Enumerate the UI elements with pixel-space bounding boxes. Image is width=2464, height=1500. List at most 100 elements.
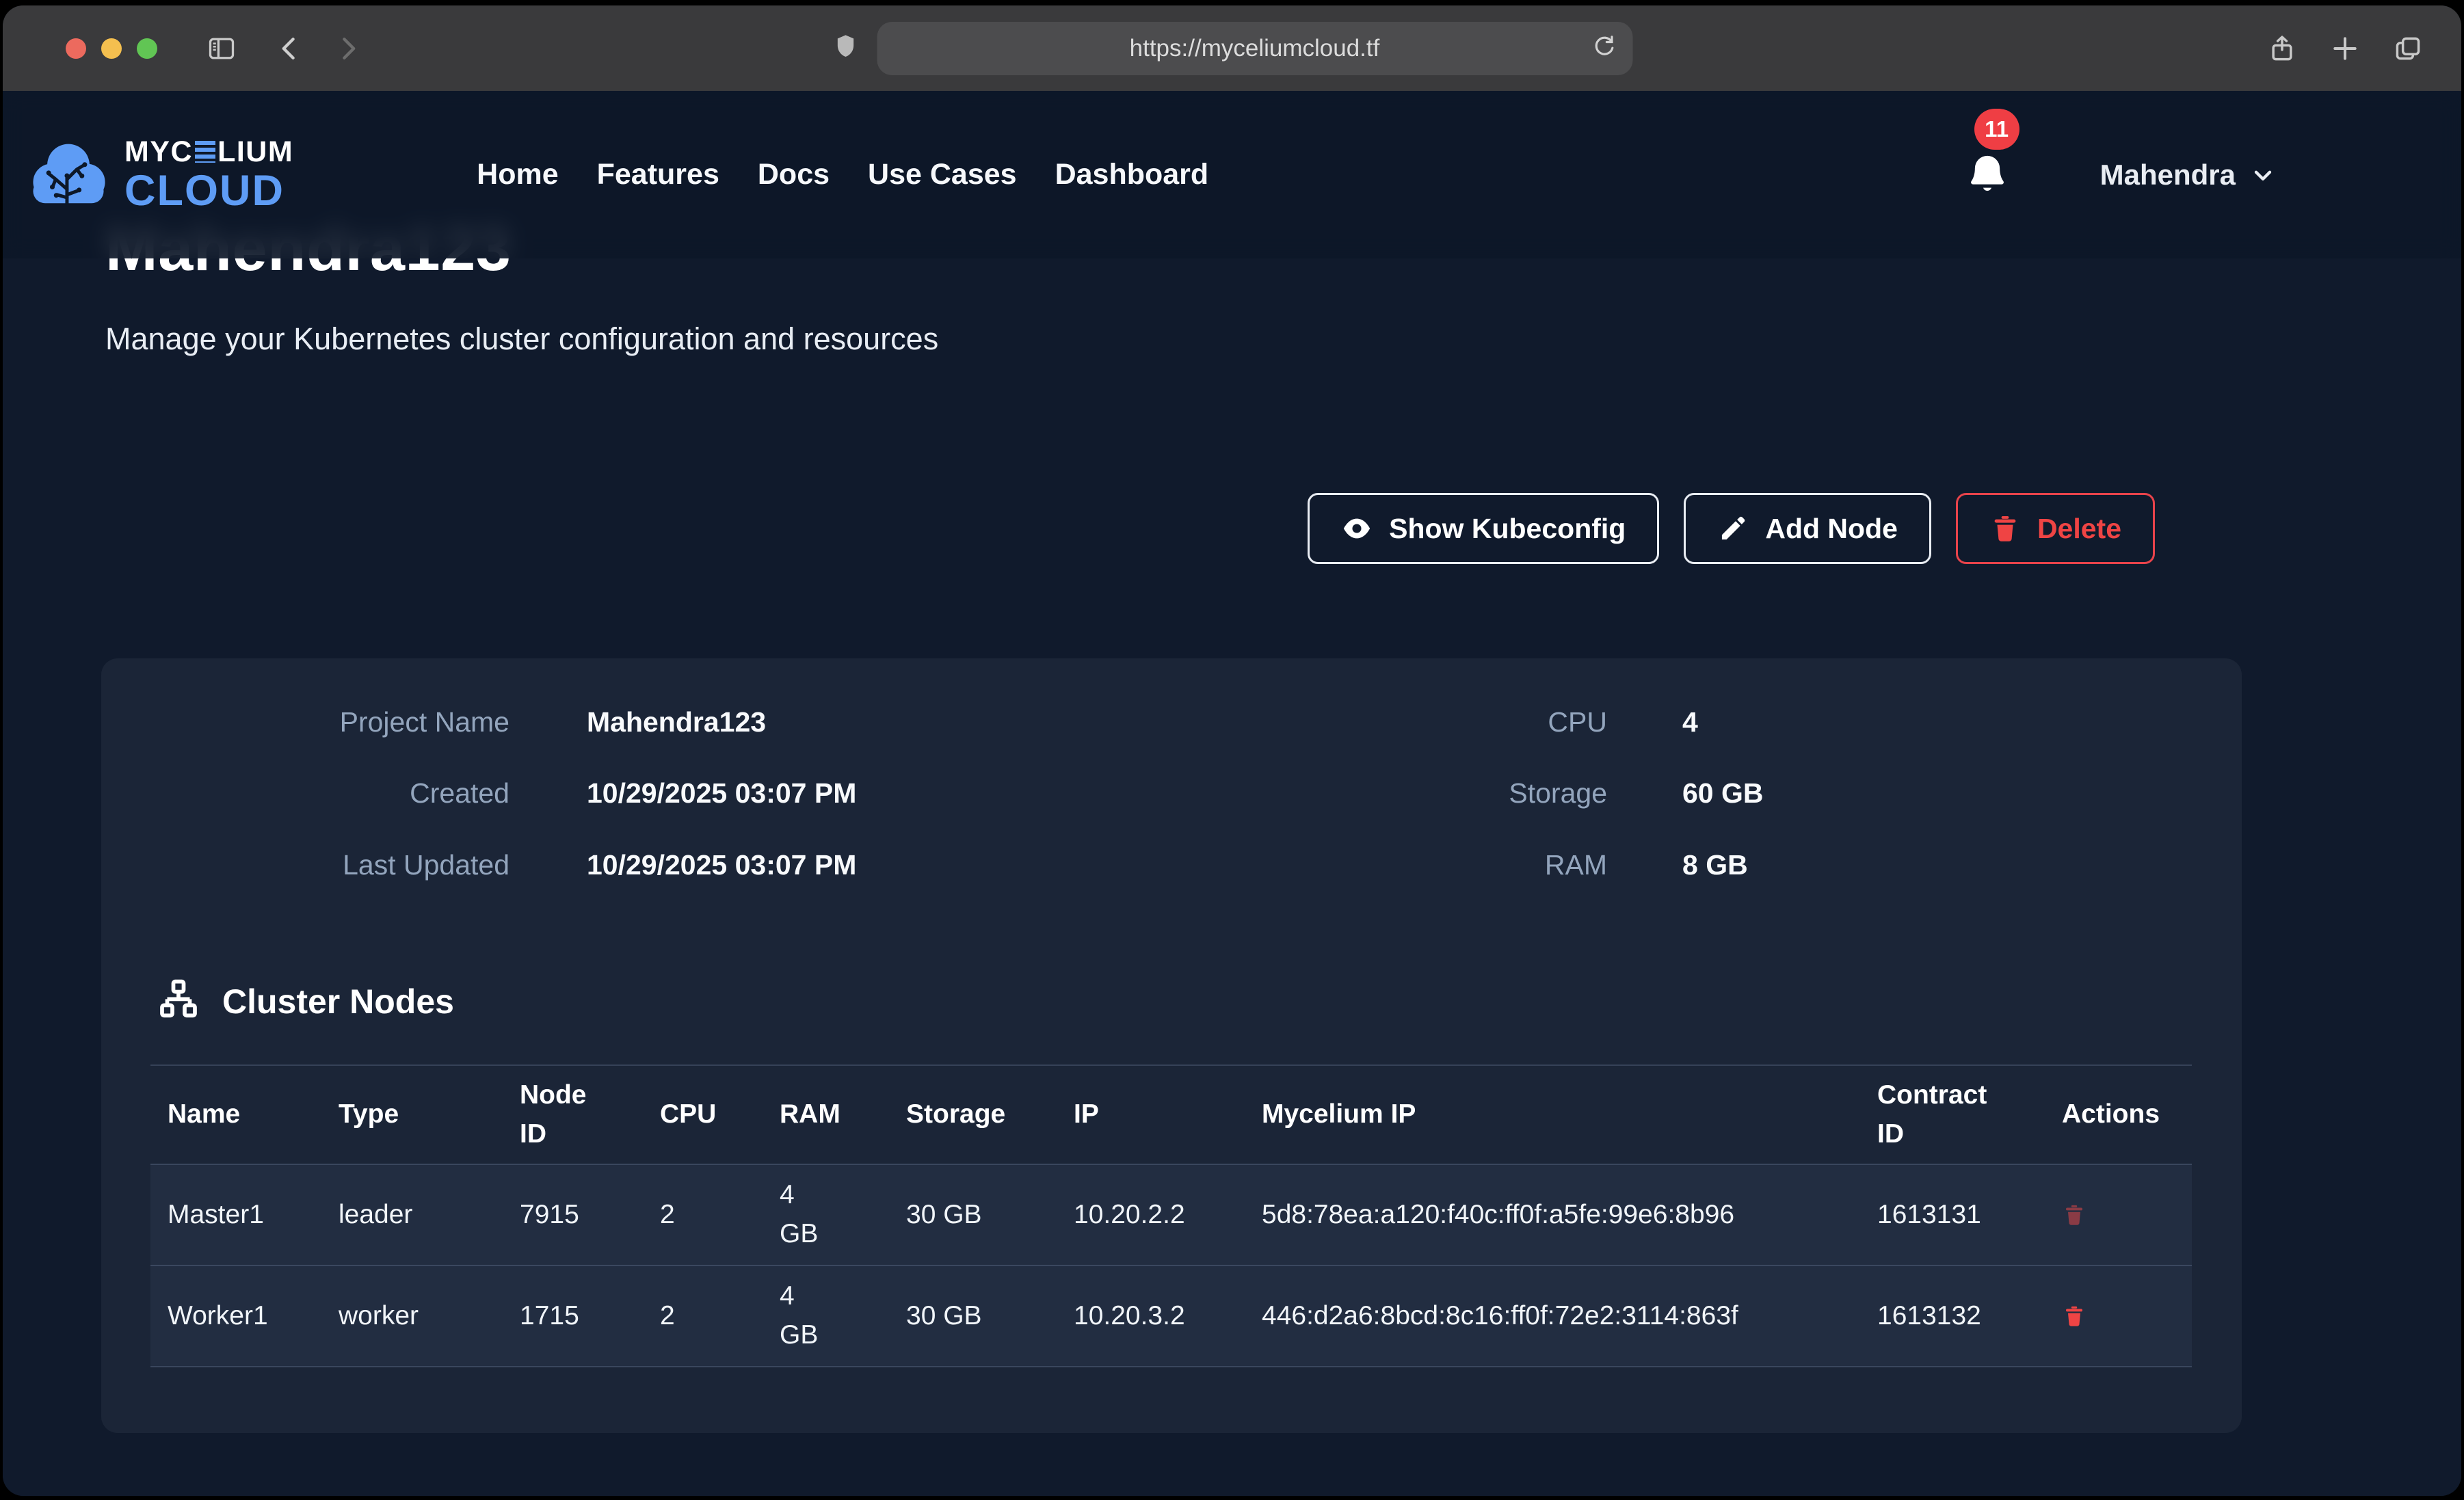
cell-ram: 4 GB: [763, 1265, 889, 1367]
sidebar-toggle-icon[interactable]: [202, 29, 241, 68]
project-name-value: Mahendra123: [587, 704, 1223, 741]
cell-mycelium-ip: 446:d2a6:8bcd:8c16:ff0f:72e2:3114:863f: [1245, 1265, 1860, 1367]
browser-window: https://myceliumcloud.tf: [3, 5, 2461, 1496]
cell-storage: 30 GB: [889, 1265, 1057, 1367]
created-value: 10/29/2025 03:07 PM: [587, 775, 1223, 812]
user-name: Mahendra: [2100, 159, 2236, 191]
back-icon[interactable]: [271, 29, 309, 68]
storage-value: 60 GB: [1682, 775, 2242, 812]
nav-link-docs[interactable]: Docs: [758, 158, 830, 191]
cell-actions: [2045, 1265, 2192, 1367]
table-row-master1: Master1 leader 7915 2 4 GB 30 GB 10.20.2…: [150, 1164, 2192, 1265]
tab-overview-icon[interactable]: [2389, 29, 2427, 68]
cluster-nodes-title: Cluster Nodes: [222, 982, 454, 1021]
cell-node-id: 7915: [503, 1164, 643, 1265]
new-tab-icon[interactable]: [2326, 29, 2364, 68]
col-storage: Storage: [889, 1065, 1057, 1164]
site-navbar: MYC LIUM CLOUD Home Features Docs Use Cas…: [3, 91, 2461, 258]
cluster-actions: Show Kubeconfig Add Node Delete: [1308, 493, 2155, 564]
brand-stylized-e: [195, 141, 215, 163]
cell-type: worker: [321, 1265, 503, 1367]
delete-node-button[interactable]: [2062, 1200, 2087, 1230]
show-kubeconfig-label: Show Kubeconfig: [1389, 513, 1626, 545]
reload-icon[interactable]: [1590, 33, 1617, 64]
brand-line1-post: LIUM: [217, 137, 293, 167]
show-kubeconfig-button[interactable]: Show Kubeconfig: [1308, 493, 1659, 564]
nav-link-dashboard[interactable]: Dashboard: [1055, 158, 1209, 191]
shield-icon[interactable]: [832, 31, 859, 66]
notifications-button[interactable]: 11: [1965, 151, 2013, 199]
ram-label: RAM: [1223, 846, 1607, 884]
cluster-summary: Project Name Mahendra123 Created 10/29/2…: [101, 658, 2242, 884]
created-label: Created: [101, 775, 509, 812]
address-bar[interactable]: https://myceliumcloud.tf: [877, 22, 1632, 75]
mycelium-cloud-icon: [23, 138, 114, 212]
col-cpu: CPU: [643, 1065, 763, 1164]
browser-toolbar: https://myceliumcloud.tf: [3, 5, 2461, 91]
delete-label: Delete: [2037, 513, 2121, 545]
cpu-value: 4: [1682, 704, 2242, 741]
cell-type: leader: [321, 1164, 503, 1265]
cell-contract-id: 1613131: [1860, 1164, 2045, 1265]
url-text: https://myceliumcloud.tf: [1130, 35, 1380, 62]
trash-icon: [1989, 513, 2021, 544]
nav-link-home[interactable]: Home: [477, 158, 558, 191]
nav-link-use-cases[interactable]: Use Cases: [868, 158, 1017, 191]
page-subtitle: Manage your Kubernetes cluster configura…: [105, 321, 2461, 357]
col-name: Name: [150, 1065, 321, 1164]
delete-cluster-button[interactable]: Delete: [1956, 493, 2155, 564]
cell-ip: 10.20.2.2: [1057, 1164, 1245, 1265]
cell-storage: 30 GB: [889, 1164, 1057, 1265]
trash-icon: [2062, 1200, 2087, 1230]
project-name-label: Project Name: [101, 704, 509, 741]
table-header-row: Name Type Node ID CPU RAM Storage IP Myc…: [150, 1065, 2192, 1164]
brand-logo[interactable]: MYC LIUM CLOUD: [23, 137, 293, 213]
col-contract-id: Contract ID: [1860, 1065, 2045, 1164]
cell-cpu: 2: [643, 1164, 763, 1265]
last-updated-label: Last Updated: [101, 846, 509, 884]
brand-wordmark: MYC LIUM CLOUD: [124, 137, 293, 213]
close-button[interactable]: [66, 38, 86, 59]
col-mycelium-ip: Mycelium IP: [1245, 1065, 1860, 1164]
pencil-icon: [1717, 513, 1749, 544]
network-nodes-icon: [154, 977, 203, 1026]
cluster-nodes-heading: Cluster Nodes: [154, 977, 2242, 1026]
zoom-button[interactable]: [137, 38, 157, 59]
traffic-lights: [66, 38, 157, 59]
last-updated-value: 10/29/2025 03:07 PM: [587, 846, 1223, 884]
add-node-button[interactable]: Add Node: [1684, 493, 1931, 564]
cell-ip: 10.20.3.2: [1057, 1265, 1245, 1367]
user-menu[interactable]: Mahendra: [2100, 159, 2277, 191]
cluster-nodes-table: Name Type Node ID CPU RAM Storage IP Myc…: [150, 1064, 2192, 1367]
cluster-details-card: Project Name Mahendra123 Created 10/29/2…: [101, 658, 2242, 1433]
cell-contract-id: 1613132: [1860, 1265, 2045, 1367]
cell-mycelium-ip: 5d8:78ea:a120:f40c:ff0f:a5fe:99e6:8b96: [1245, 1164, 1860, 1265]
brand-line2: CLOUD: [124, 170, 293, 213]
minimize-button[interactable]: [101, 38, 122, 59]
cell-actions: [2045, 1164, 2192, 1265]
bell-icon: [1965, 151, 2010, 196]
screenshot-root: https://myceliumcloud.tf: [0, 0, 2464, 1500]
brand-line1-pre: MYC: [124, 137, 193, 167]
page-viewport: Mahendra123 Manage your Kubernetes clust…: [3, 91, 2461, 1496]
chevron-down-icon: [2249, 161, 2277, 189]
cell-name: Master1: [150, 1164, 321, 1265]
eye-icon: [1341, 513, 1373, 544]
col-type: Type: [321, 1065, 503, 1164]
ram-value: 8 GB: [1682, 846, 2242, 884]
col-actions: Actions: [2045, 1065, 2192, 1164]
delete-node-button[interactable]: [2062, 1301, 2087, 1331]
col-node-id: Node ID: [503, 1065, 643, 1164]
forward-icon[interactable]: [328, 29, 367, 68]
table-row-worker1: Worker1 worker 1715 2 4 GB 30 GB 10.20.3…: [150, 1265, 2192, 1367]
add-node-label: Add Node: [1765, 513, 1898, 545]
share-icon[interactable]: [2263, 29, 2301, 68]
trash-icon: [2062, 1301, 2087, 1331]
cell-cpu: 2: [643, 1265, 763, 1367]
nav-links: Home Features Docs Use Cases Dashboard: [477, 158, 1208, 191]
notification-count-badge: 11: [1974, 109, 2019, 150]
cpu-label: CPU: [1223, 704, 1607, 741]
storage-label: Storage: [1223, 775, 1607, 812]
nav-link-features[interactable]: Features: [597, 158, 719, 191]
col-ip: IP: [1057, 1065, 1245, 1164]
